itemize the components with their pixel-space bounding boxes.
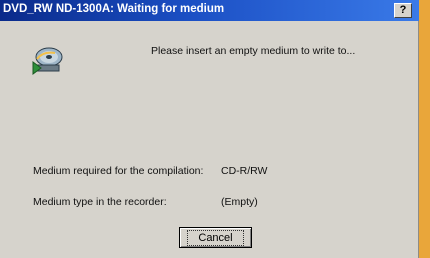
help-button[interactable]: ? — [394, 3, 412, 18]
disc-insert-icon — [32, 47, 63, 75]
medium-required-label: Medium required for the compilation: — [33, 165, 204, 177]
medium-required-value: CD-R/RW — [221, 165, 268, 177]
cancel-button-label: Cancel — [187, 229, 244, 246]
title-bar[interactable]: DVD_RW ND-1300A: Waiting for medium ? — [0, 0, 419, 21]
medium-in-recorder-label: Medium type in the recorder: — [33, 196, 167, 208]
instruction-message: Please insert an empty medium to write t… — [151, 45, 356, 57]
medium-in-recorder-value: (Empty) — [221, 196, 258, 208]
waiting-for-medium-dialog: DVD_RW ND-1300A: Waiting for medium ? Pl… — [0, 0, 419, 258]
window-title: DVD_RW ND-1300A: Waiting for medium — [3, 3, 225, 15]
cancel-button[interactable]: Cancel — [179, 227, 252, 248]
